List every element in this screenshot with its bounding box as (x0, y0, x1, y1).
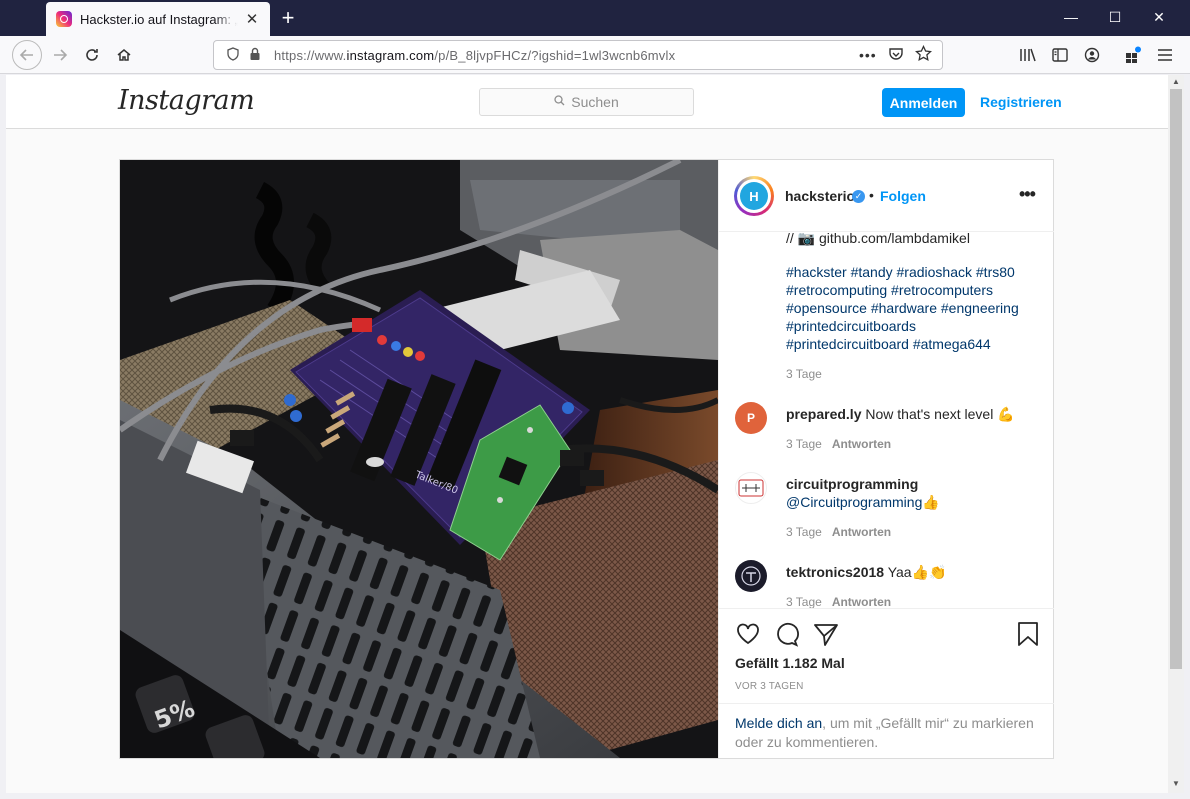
likes-count[interactable]: Gefällt 1.182 Mal (735, 655, 845, 671)
window-maximize-button[interactable]: ☐ (1092, 0, 1138, 34)
post-card: 5% Talker/80 H hacksterio ✓ • Folgen •••… (119, 159, 1054, 759)
comment-body: @Circuitprogramming👍 (786, 493, 940, 511)
circuit-logo-icon (738, 479, 764, 497)
tab-close-icon[interactable]: ✕ (244, 10, 260, 28)
more-options-icon[interactable]: ••• (1019, 184, 1036, 205)
reply-button[interactable]: Antworten (832, 437, 891, 451)
tab-title: Hackster.io auf Instagram: „Mic (80, 11, 238, 27)
lock-icon[interactable] (244, 47, 266, 64)
page-scrollbar[interactable]: ▲ ▼ (1168, 75, 1184, 793)
scroll-down-arrow-icon[interactable]: ▼ (1168, 779, 1184, 788)
reply-button[interactable]: Antworten (832, 595, 891, 608)
comment-meta: 3 Tage Antworten (786, 525, 891, 539)
comment-mention[interactable]: @Circuitprogramming👍 (786, 494, 940, 510)
forward-arrow-icon[interactable] (46, 41, 74, 69)
login-prompt: Melde dich an, um mit „Gefällt mir“ zu m… (719, 703, 1054, 758)
login-prompt-text-2: oder zu kommentieren. (735, 734, 879, 750)
share-icon[interactable] (813, 621, 839, 647)
window-close-button[interactable]: ✕ (1136, 0, 1182, 34)
login-button[interactable]: Anmelden (882, 88, 965, 117)
window-minimize-button[interactable]: — (1048, 0, 1094, 34)
comment-age: 3 Tage (786, 437, 822, 451)
scroll-up-arrow-icon[interactable]: ▲ (1168, 77, 1184, 86)
account-icon[interactable] (1078, 41, 1106, 69)
page-actions-icon[interactable]: ••• (859, 47, 877, 63)
hamburger-menu-icon[interactable] (1151, 41, 1179, 69)
browser-tab[interactable]: Hackster.io auf Instagram: „Mic ✕ (46, 2, 270, 36)
caption-hashtags-line[interactable]: #printedcircuitboards (786, 317, 916, 335)
comment-username[interactable]: prepared.ly (786, 406, 861, 422)
post-date: VOR 3 TAGEN (735, 681, 804, 692)
library-icon[interactable] (1014, 41, 1042, 69)
separator-dot: • (869, 187, 874, 203)
comment-icon[interactable] (773, 621, 799, 647)
caption-link-line: // 📷 github.com/lambdamikel (786, 233, 970, 246)
search-placeholder: Suchen (571, 94, 619, 110)
home-icon[interactable] (110, 41, 138, 69)
post-username[interactable]: hacksterio (785, 188, 855, 204)
post-header: H hacksterio ✓ • Folgen ••• (719, 160, 1054, 232)
comment-text: tektronics2018 Yaa👍👏 (786, 563, 946, 581)
commenter-avatar[interactable] (735, 472, 767, 504)
post-side-panel: H hacksterio ✓ • Folgen ••• // 📷 github.… (718, 160, 1054, 758)
comments-list[interactable]: // 📷 github.com/lambdamikel #hackster #t… (719, 233, 1054, 608)
comment-text: prepared.ly Now that's next level 💪 (786, 405, 1015, 423)
bookmark-star-icon[interactable] (915, 44, 932, 67)
scrollbar-thumb[interactable] (1170, 89, 1182, 669)
instagram-logo[interactable]: Instagram (118, 85, 255, 116)
sidebar-icon[interactable] (1046, 41, 1074, 69)
back-arrow-icon[interactable] (12, 40, 42, 70)
post-actions: Gefällt 1.182 Mal VOR 3 TAGEN (719, 608, 1054, 703)
caption-age: 3 Tage (786, 367, 822, 381)
url-text: https://www.instagram.com/p/B_8ljvpFHCz/… (274, 47, 676, 63)
login-link[interactable]: Melde dich an (735, 715, 822, 731)
url-bar[interactable]: https://www.instagram.com/p/B_8ljvpFHCz/… (213, 40, 943, 70)
instagram-header: Instagram Suchen Anmelden Registrieren (6, 75, 1168, 129)
avatar-letter: P (746, 411, 755, 425)
heart-icon[interactable] (735, 621, 761, 647)
comment-username[interactable]: circuitprogramming (786, 476, 918, 492)
comment-meta: 3 Tage Antworten (786, 595, 891, 608)
caption-hashtags-line[interactable]: #retrocomputing #retrocomputers (786, 281, 993, 299)
comment-age: 3 Tage (786, 525, 822, 539)
search-icon (554, 95, 565, 109)
extensions-icon[interactable] (1119, 41, 1147, 69)
comment-body: Now that's next level 💪 (861, 406, 1015, 422)
reply-button[interactable]: Antworten (832, 525, 891, 539)
caption-hashtags-line[interactable]: #hackster #tandy #radioshack #trs80 (786, 263, 1015, 281)
tektronics-logo-icon (741, 566, 761, 586)
avatar[interactable]: H (734, 176, 774, 216)
post-photo[interactable]: 5% Talker/80 (120, 160, 718, 758)
pocket-icon[interactable] (888, 46, 904, 67)
shield-icon[interactable] (222, 46, 244, 64)
comment-age: 3 Tage (786, 595, 822, 608)
comment-meta: 3 Tage Antworten (786, 437, 891, 451)
browser-titlebar: Hackster.io auf Instagram: „Mic ✕ + — ☐ … (0, 0, 1190, 36)
browser-navbar: https://www.instagram.com/p/B_8ljvpFHCz/… (0, 36, 1190, 74)
comment-username[interactable]: tektronics2018 (786, 564, 884, 580)
commenter-avatar[interactable] (735, 560, 767, 592)
comment-text: circuitprogramming (786, 475, 918, 493)
instagram-favicon-icon (56, 11, 72, 27)
register-link[interactable]: Registrieren (980, 94, 1062, 110)
reload-icon[interactable] (78, 41, 106, 69)
save-bookmark-icon[interactable] (1015, 621, 1041, 647)
caption-hashtags-line[interactable]: #opensource #hardware #engneering (786, 299, 1019, 317)
new-tab-button[interactable]: + (276, 5, 300, 31)
hackster-logo-icon: H (740, 182, 768, 210)
commenter-avatar[interactable]: P (735, 402, 767, 434)
instagram-page: Instagram Suchen Anmelden Registrieren 5… (6, 75, 1168, 793)
verified-badge-icon: ✓ (852, 190, 865, 203)
caption-hashtags-line[interactable]: #printedcircuitboard #atmega644 (786, 335, 991, 353)
comment-body: Yaa👍👏 (884, 564, 947, 580)
login-prompt-text: , um mit „Gefällt mir“ zu markieren (822, 715, 1034, 731)
follow-button[interactable]: Folgen (880, 188, 926, 204)
pcb-photo-illustration: 5% Talker/80 (120, 160, 718, 758)
search-input[interactable]: Suchen (479, 88, 694, 116)
